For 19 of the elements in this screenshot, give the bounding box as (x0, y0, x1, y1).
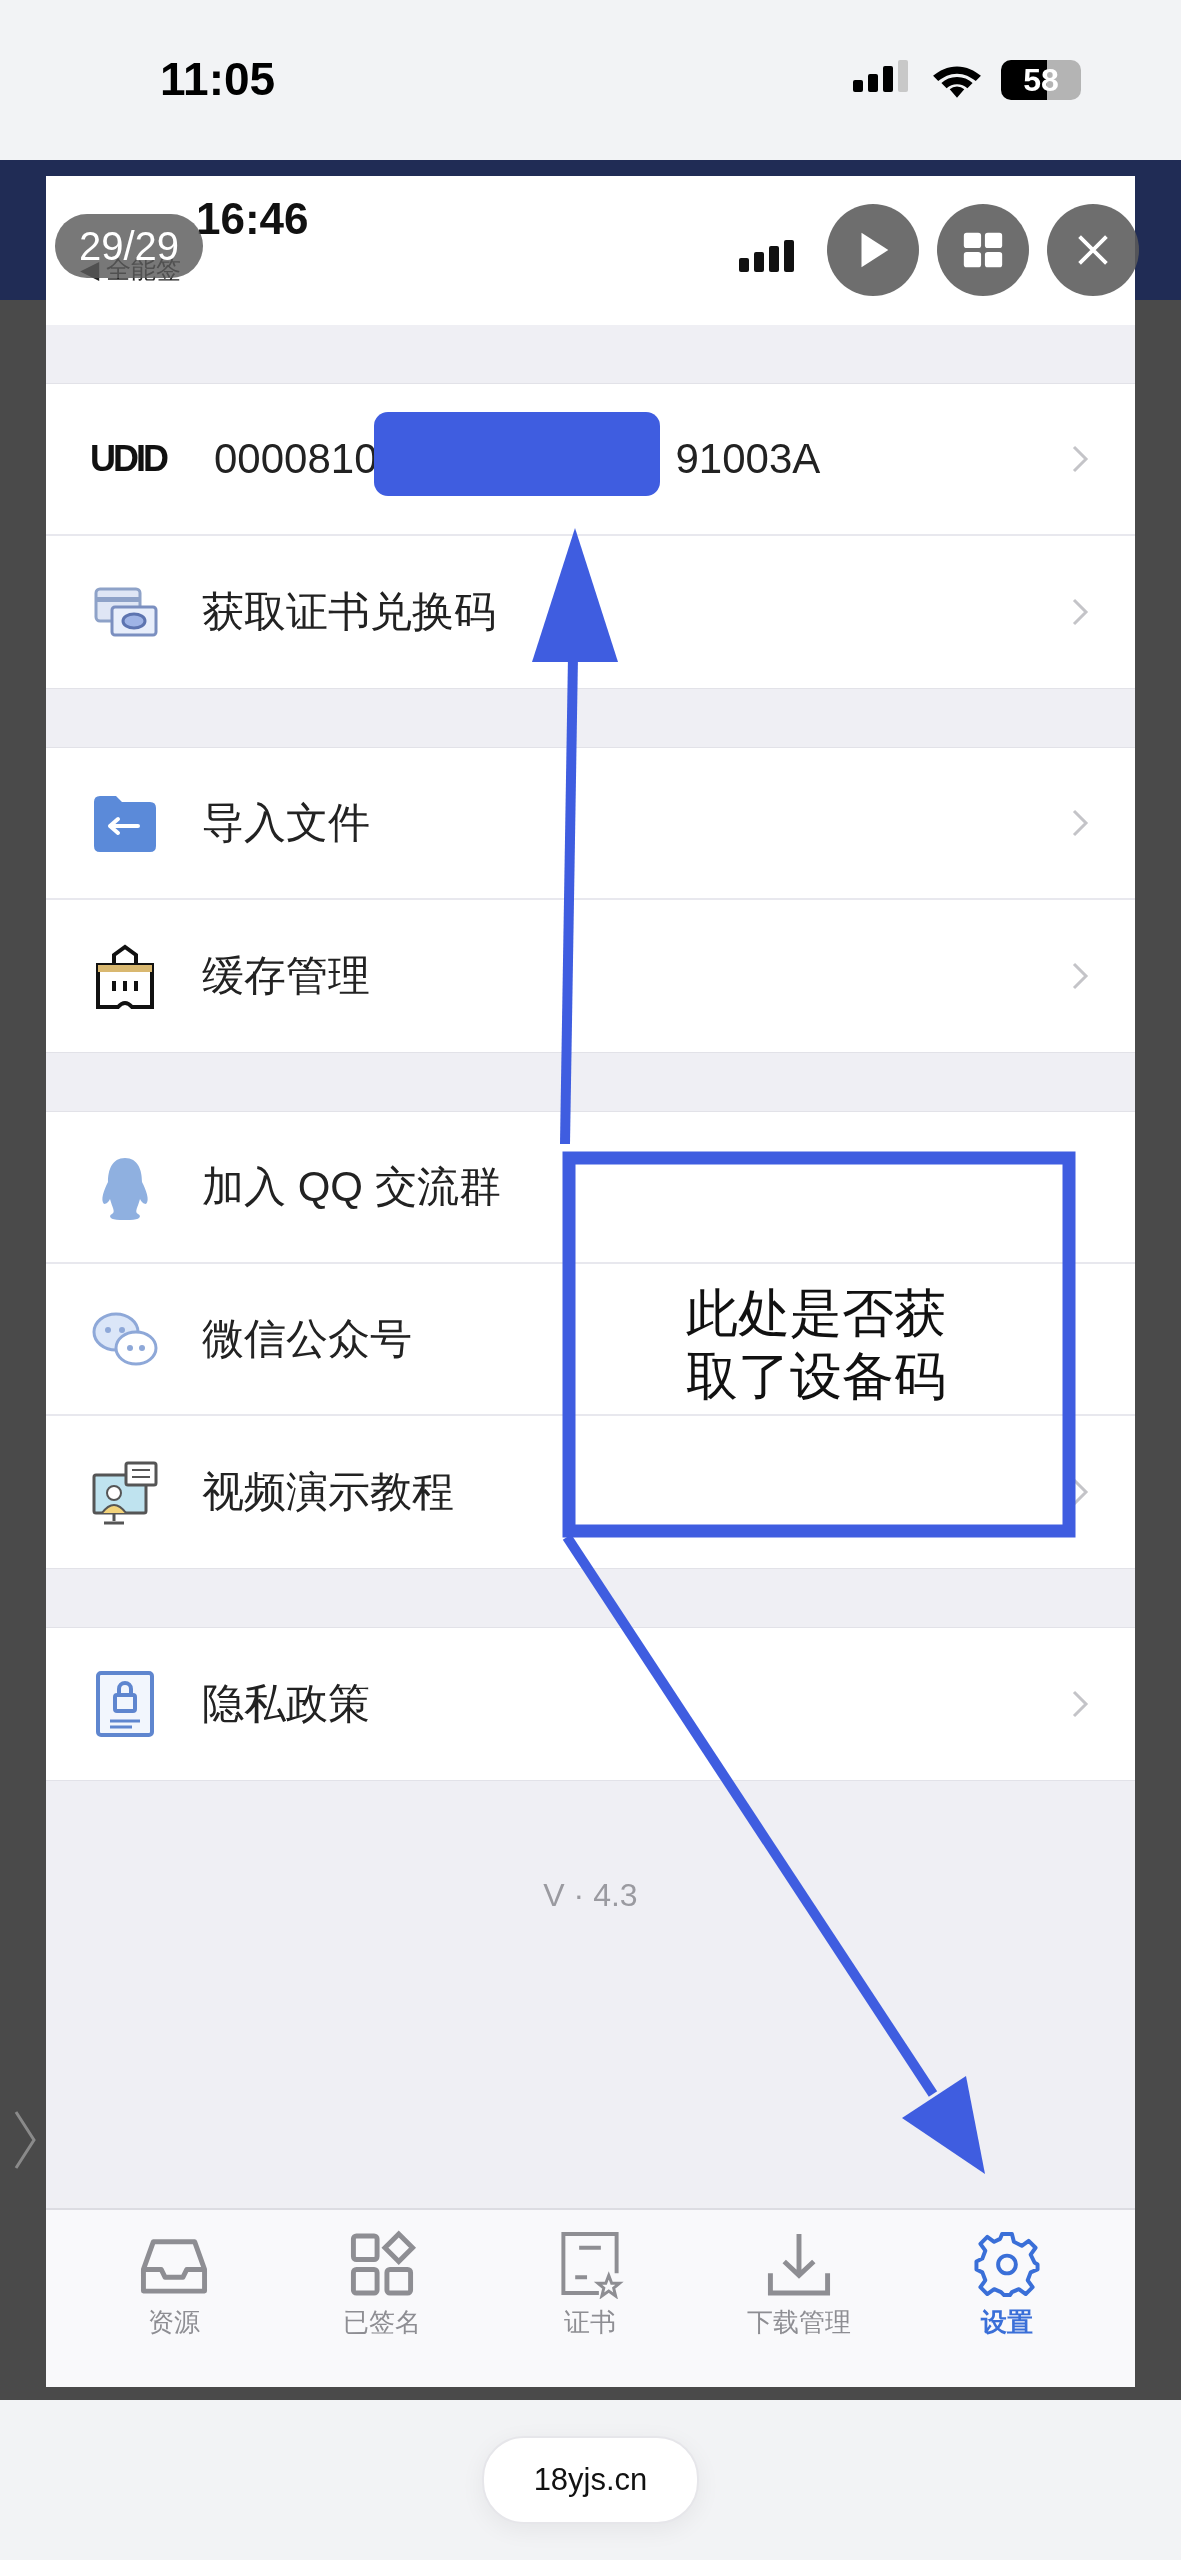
row-label: 导入文件 (202, 798, 370, 848)
settings-icon (971, 2230, 1042, 2299)
udid-value: 0000810 (214, 435, 378, 483)
tab-bar-item[interactable]: 设置 (916, 2230, 1097, 2340)
status-time: 16:46 (196, 194, 309, 244)
status-time: 11:05 (160, 52, 276, 106)
row-label: 缓存管理 (202, 951, 370, 1001)
annotation-text: 此处是否获取了设备码 (686, 1283, 948, 1407)
version-text: V · 4.3 (543, 1877, 638, 1915)
udid-value: 91003A (675, 435, 821, 483)
signal-icon (739, 240, 795, 272)
chevron-icon (14, 2110, 36, 2170)
udid-logo: UDID (90, 437, 168, 481)
address-bar[interactable]: 18yjs.cn (481, 2436, 700, 2524)
row-label: 获取证书兑换码 (202, 587, 496, 637)
row-label: 微信公众号 (202, 1314, 412, 1364)
row-label: 加入 QQ 交流群 (202, 1162, 501, 1212)
row-label: 隐私政策 (202, 1679, 370, 1729)
row-label: 视频演示教程 (202, 1467, 454, 1517)
